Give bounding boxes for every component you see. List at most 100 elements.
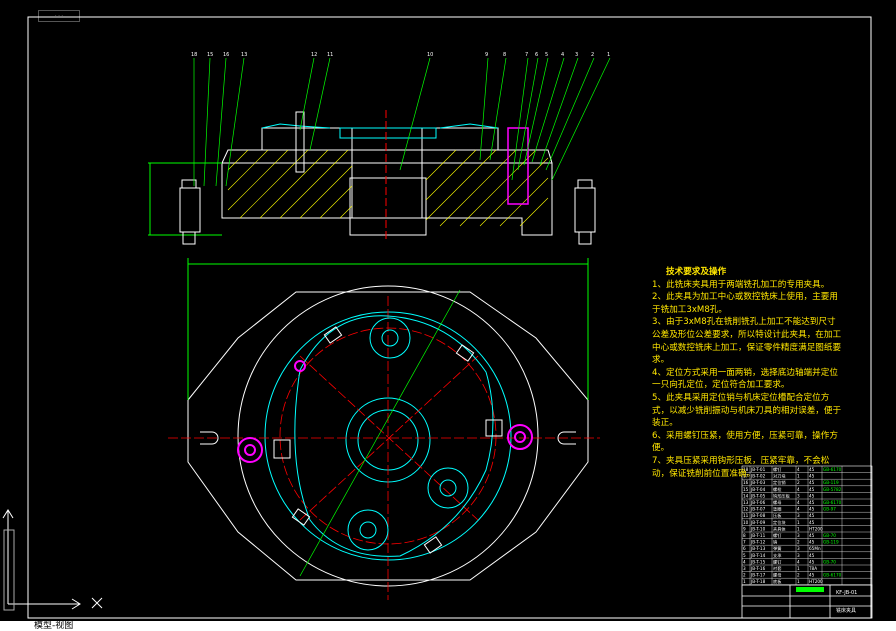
- part-number: 8: [503, 52, 506, 58]
- bom-cell: 底板: [773, 578, 782, 585]
- part-number: 6: [535, 52, 538, 58]
- drawing-name: 铣床夹具: [836, 607, 856, 614]
- bom-cell: 4: [797, 507, 800, 512]
- part-number: 10: [427, 52, 433, 58]
- tech-line: 3、由于3xM8孔在铣削铣孔上加工不能达到尺寸公差及形位公差要求，所以特设计此夹…: [652, 317, 842, 366]
- bom-cell: 3: [797, 533, 800, 538]
- bom-cell: JB-T-04: [750, 487, 766, 492]
- part-number: 15: [207, 52, 213, 58]
- part-number: 13: [241, 52, 247, 58]
- bom-cell: 45: [809, 553, 815, 558]
- bom-cell: 弹簧: [773, 545, 781, 552]
- bom-cell: JB-T-06: [750, 500, 766, 505]
- bom-cell: 2: [797, 480, 800, 485]
- tech-line: 2、此夹具为加工中心或数控铣床上使用，主要用于铣加工3xM8孔。: [652, 292, 838, 315]
- bom-cell: 3: [743, 566, 746, 571]
- workpiece-outline: [294, 315, 494, 557]
- bom-cell: 夹具体: [773, 525, 786, 532]
- bom-cell: 钩形压板: [773, 492, 791, 499]
- bom-cell: T8A: [808, 566, 817, 571]
- bom-cell: GB-119: [823, 540, 839, 545]
- bom-cell: 45: [809, 533, 815, 538]
- technical-requirements: 技术要求及操作 1、此铣床夹具用于两端铣孔加工的专用夹具。 2、此夹具为加工中心…: [652, 266, 842, 480]
- bom-cell: JB-T-10: [750, 526, 766, 531]
- bom-cell: 7: [743, 540, 746, 545]
- bom-cell: JB-T-07: [750, 507, 766, 512]
- bom-cell: JB-T-11: [750, 533, 766, 538]
- bom-cell: JB-T-05: [750, 493, 766, 498]
- bom-cell: JB-T-12: [750, 540, 766, 545]
- part-number: 1: [607, 52, 610, 58]
- bom-cell: 45: [809, 487, 815, 492]
- bom-cell: 4: [797, 500, 800, 505]
- tech-title: 技术要求及操作: [666, 267, 727, 277]
- status-bar: 模型-视图: [0, 621, 896, 631]
- bom-cell: 2: [743, 573, 746, 578]
- pin-section: [507, 127, 529, 205]
- bom-cell: 压板: [773, 512, 782, 519]
- bom-cell: JB-T-08: [750, 513, 766, 518]
- part-number: 4: [561, 52, 564, 58]
- bom-cell: 12: [743, 507, 749, 512]
- bom-cell: JB-T-17: [750, 573, 766, 578]
- bom-cell: 9: [743, 526, 746, 531]
- bom-cell: 45: [809, 540, 815, 545]
- bom-cell: 1: [797, 579, 800, 584]
- bom-cell: 14: [743, 493, 749, 498]
- bom-cell: 10: [743, 520, 749, 525]
- bom-cell: JB-T-16: [750, 566, 766, 571]
- bom-cell: GB-70: [823, 533, 836, 538]
- bom-cell: 衬套: [773, 565, 782, 572]
- bom-cell: 3: [797, 513, 800, 518]
- bom-cell: 销: [773, 539, 777, 546]
- bom-cell: GB-97: [823, 507, 836, 512]
- bom-cell: JB-T-09: [750, 520, 766, 525]
- bom-cell: HT200: [809, 579, 823, 584]
- bom-cell: 1: [743, 579, 746, 584]
- bom-cell: 45: [809, 513, 815, 518]
- bom-cell: 65Mn: [809, 546, 821, 551]
- part-number: 5: [545, 52, 548, 58]
- bom-cell: 8: [743, 533, 746, 538]
- bom-cell: 3: [797, 493, 800, 498]
- bom-cell: 2: [797, 573, 800, 578]
- bom-cell: GB-5782: [823, 487, 842, 492]
- part-number: 18: [191, 52, 197, 58]
- tech-line: 5、此夹具采用定位销与机床定位槽配合定位方式，以减少铣削振动与机床刀具的相对误差…: [652, 392, 842, 429]
- bom-cell: JB-T-03: [750, 480, 766, 485]
- part-number: 3: [575, 52, 578, 58]
- bom-cell: 4: [743, 559, 746, 564]
- bom-cell: 螺母: [773, 572, 781, 579]
- bom-cell: GB-70: [823, 559, 836, 564]
- bom-cell: 15: [743, 487, 749, 492]
- bom-cell: 螺母: [773, 499, 781, 506]
- bom-cell: 6: [743, 546, 746, 551]
- tech-line: 4、定位方式采用一面两销，选择底边轴端并定位一只向孔定位，定位符合加工要求。: [652, 367, 838, 391]
- bom-cell: 2: [797, 540, 800, 545]
- bom-cell: 4: [797, 559, 800, 564]
- bom-cell: 垫圈: [773, 506, 781, 513]
- part-number-labels: 18 15 16 13 12 11 10 9 8 7 6 5 4 3 2 1: [191, 52, 610, 58]
- part-number: 16: [223, 52, 229, 58]
- bom-cell: 螺钉: [773, 558, 782, 565]
- bom-cell: JB-T-13: [750, 546, 766, 551]
- bom-cell: GB-6170: [823, 500, 842, 505]
- tech-line: 1、此铣床夹具用于两端铣孔加工的专用夹具。: [652, 279, 830, 290]
- bom-cell: JB-T-18: [750, 579, 766, 584]
- section-parts: [261, 123, 499, 139]
- bom-cell: 45: [809, 493, 815, 498]
- leader-lines: [193, 57, 611, 187]
- view-tab-label[interactable]: 模型-视图: [0, 621, 73, 631]
- plan-centerlines: [168, 296, 600, 600]
- bom-cell: 1: [797, 520, 800, 525]
- bom-cell: HT200: [809, 526, 823, 531]
- part-number: 12: [311, 52, 317, 58]
- ucs-icon: [2, 509, 103, 611]
- bom-cell: JB-T-14: [750, 553, 766, 558]
- drawing-number: KF-JB-01: [836, 590, 857, 596]
- part-number: 9: [485, 52, 488, 58]
- tech-line: 7、夹具压紧采用钩形压板，压紧牢靠，不会松动，保证铣削前位置准确。: [652, 455, 830, 479]
- bom-cell: 45: [809, 520, 815, 525]
- bom-cell: 螺钉: [773, 532, 782, 539]
- bom-cell: 45: [809, 573, 815, 578]
